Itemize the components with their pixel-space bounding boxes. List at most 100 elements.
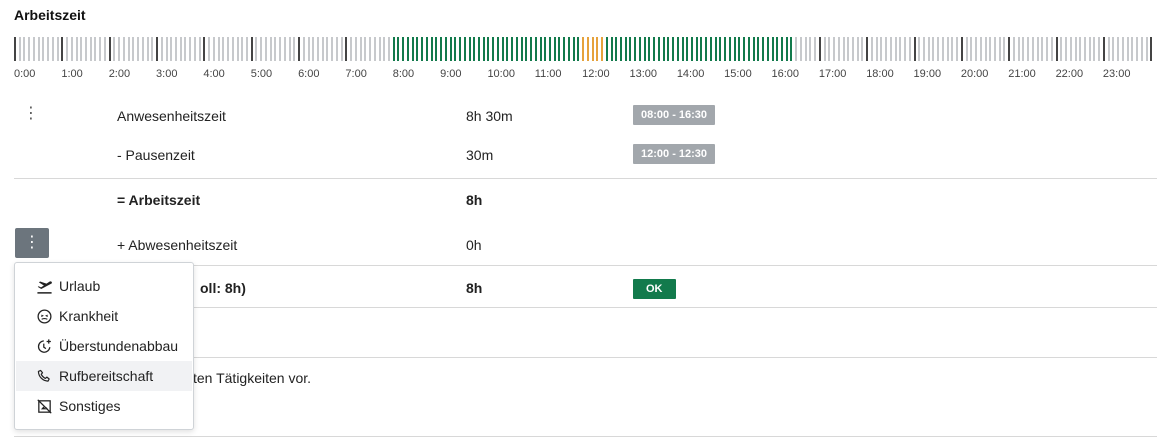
timeline-tick (440, 37, 443, 61)
pause-time-range-badge: 12:00 - 12:30 (633, 144, 716, 164)
timeline-tick (544, 37, 547, 61)
timeline-tick (141, 37, 144, 61)
menu-item-sonstiges[interactable]: Sonstiges (16, 391, 192, 421)
timeline-tick (672, 37, 675, 61)
timeline-tick (1145, 37, 1148, 61)
timeline-tick (1046, 37, 1049, 61)
timeline-tick (421, 37, 424, 61)
menu-item-rufbereitschaft[interactable]: Rufbereitschaft (16, 361, 192, 391)
timeline-tick (994, 37, 997, 61)
timeline-tick (335, 37, 338, 61)
timeline-tick (477, 37, 480, 61)
timeline-tick (122, 37, 125, 61)
timeline-tick (1055, 37, 1058, 61)
timeline-tick (989, 37, 992, 61)
timeline-tick (392, 37, 395, 61)
timeline-tick (984, 37, 987, 61)
timeline-tick (1117, 37, 1120, 61)
timeline-tick (582, 37, 585, 61)
timeline-tick (904, 37, 907, 61)
timeline-tick (260, 37, 263, 61)
timeline-tick (425, 37, 428, 61)
timeline-hour-label: 4:00 (203, 68, 225, 80)
timeline-tick (23, 37, 26, 61)
timeline-hour-label: 9:00 (440, 68, 462, 80)
timeline-tick (624, 37, 627, 61)
menu-item-krankheit[interactable]: Krankheit (16, 301, 192, 331)
timeline-tick (1050, 37, 1053, 61)
timeline-tick (127, 37, 130, 61)
timeline-tick (686, 37, 689, 61)
pause-time-label: - Pausenzeit (117, 147, 195, 163)
timeline-tick (548, 37, 551, 61)
pause-time-value: 30m (466, 147, 494, 163)
row-options-menu-icon[interactable]: ⋮ (18, 104, 44, 124)
timeline-hour-label: 6:00 (298, 68, 320, 80)
timeline-tick (217, 37, 220, 61)
timeline-tick (430, 37, 433, 61)
timeline-tick (657, 37, 660, 61)
timeline-hour-label: 11:00 (534, 68, 562, 80)
timeline-hour-label: 2:00 (108, 68, 131, 80)
timeline-tick (108, 37, 111, 61)
timeline-tick (156, 37, 159, 61)
timeline-tick (99, 37, 102, 61)
timeline-tick (847, 37, 850, 61)
row-divider (14, 178, 1157, 179)
timeline-tick (208, 37, 211, 61)
timeline-tick (1027, 37, 1030, 61)
menu-item-urlaub[interactable]: Urlaub (16, 271, 192, 301)
timeline-tick (203, 37, 206, 61)
timeline-tick (714, 37, 717, 61)
timeline-hour-label: 10:00 (487, 68, 515, 80)
work-time-label: = Arbeitszeit (117, 192, 201, 208)
timeline-tick (369, 37, 372, 61)
timeline-tick (359, 37, 362, 61)
timeline-tick (586, 37, 589, 61)
timeline-tick (728, 37, 731, 61)
sick-face-icon (33, 308, 55, 325)
timeline-tick (487, 37, 490, 61)
timeline-tick (89, 37, 92, 61)
timeline-tick (302, 37, 305, 61)
absence-options-menu-icon[interactable]: ⋮ (15, 228, 49, 258)
timeline-tick (951, 37, 954, 61)
menu-item-ueberstundenabbau[interactable]: Überstundenabbau (16, 331, 192, 361)
timeline-hour-label: 13:00 (629, 68, 657, 80)
presence-time-range-badge: 08:00 - 16:30 (633, 105, 716, 125)
timeline-tick (103, 37, 106, 61)
timeline-tick (222, 37, 225, 61)
timeline-tick (32, 37, 35, 61)
total-time-label: oll: 8h) (200, 280, 246, 296)
timeline-tick (1140, 37, 1143, 61)
timeline-tick (94, 37, 97, 61)
timeline-tick (364, 37, 367, 61)
timeline-tick (705, 37, 708, 61)
timeline-tick (1012, 37, 1015, 61)
timeline-tick (506, 37, 509, 61)
timeline-tick (37, 37, 40, 61)
timeline-tick (676, 37, 679, 61)
timeline-tick (762, 37, 765, 61)
timeline-tick (174, 37, 177, 61)
timeline-tick (530, 37, 533, 61)
timeline-tick (388, 37, 391, 61)
timeline-tick (790, 37, 793, 61)
timeline-tick (42, 37, 45, 61)
timeline-tick (1126, 37, 1129, 61)
timeline-tick (146, 37, 149, 61)
timeline-tick (293, 37, 296, 61)
timeline-tick (913, 37, 916, 61)
timeline-tick (354, 37, 357, 61)
absence-time-value: 0h (466, 237, 482, 253)
timeline-hour-label: 23:00 (1102, 68, 1131, 80)
timeline-tick (615, 37, 618, 61)
timeline-tick (809, 37, 812, 61)
timeline-tick (970, 37, 973, 61)
timeline-tick (814, 37, 817, 61)
timeline-tick (56, 37, 59, 61)
timeline-tick (738, 37, 741, 61)
timeline-tick (212, 37, 215, 61)
timeline-hour-label: 0:00 (14, 68, 36, 80)
timeline-tick (14, 37, 16, 61)
